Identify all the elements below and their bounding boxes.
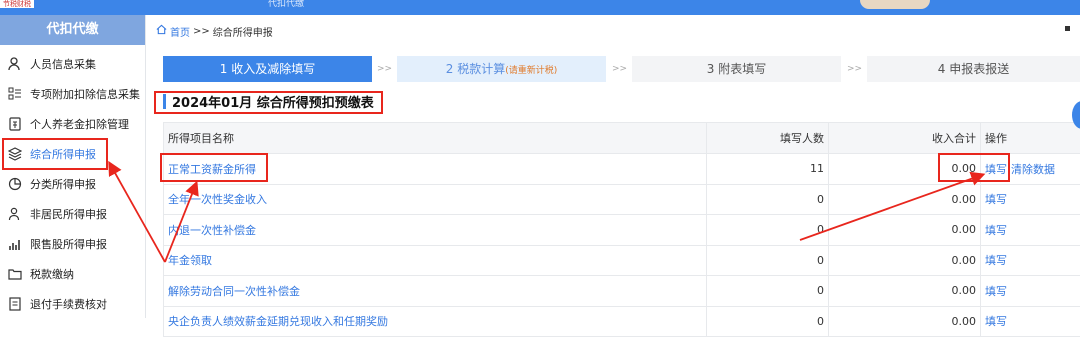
arrow-to-row (165, 184, 196, 262)
arrow-to-sidebar (110, 164, 165, 262)
annotation-arrows (0, 0, 1080, 318)
arrow-to-fill (800, 175, 982, 240)
